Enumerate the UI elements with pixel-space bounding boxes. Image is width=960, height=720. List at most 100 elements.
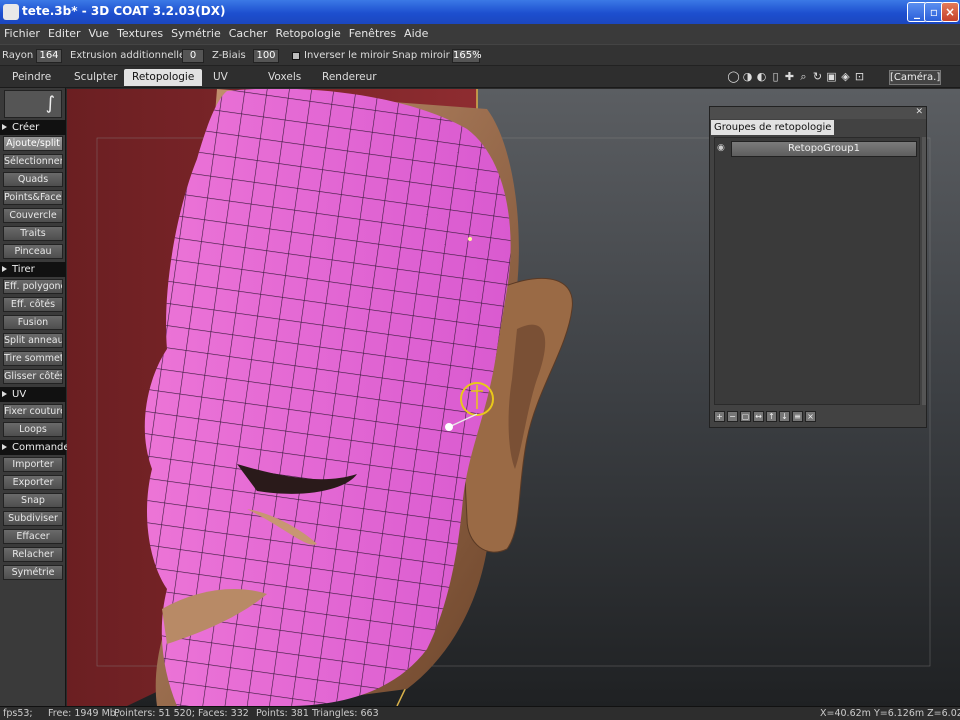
triangles-count: Triangles: 663 bbox=[312, 708, 379, 719]
tab-uv[interactable]: UV bbox=[205, 69, 236, 86]
lighting-icon[interactable]: ◐ bbox=[755, 70, 768, 84]
frame-icon[interactable]: ▣ bbox=[825, 70, 838, 84]
expand-arrow-icon bbox=[2, 124, 7, 130]
pan-icon[interactable]: ✚ bbox=[783, 70, 796, 84]
panel-tab[interactable]: Groupes de retopologie bbox=[711, 120, 835, 135]
move-up-icon[interactable]: ↑ bbox=[766, 411, 777, 422]
settings-icon[interactable]: ≡ bbox=[792, 411, 803, 422]
panel-scrollbar[interactable] bbox=[922, 137, 926, 405]
zoom-icon[interactable]: ⌕ bbox=[797, 70, 810, 84]
group-list: ◉ RetopoGroup1 bbox=[714, 137, 920, 405]
tool-split-anneaux[interactable]: Split anneaux bbox=[3, 333, 63, 348]
menu-fichier[interactable]: Fichier bbox=[0, 24, 44, 44]
duplicate-icon[interactable]: ▢ bbox=[740, 411, 751, 422]
tab-voxels[interactable]: Voxels bbox=[260, 69, 309, 86]
menu-symetrie[interactable]: Symétrie bbox=[167, 24, 225, 44]
section-tirer[interactable]: Tirer bbox=[0, 262, 66, 277]
mirror-checkbox[interactable] bbox=[292, 52, 300, 60]
close-button[interactable]: × bbox=[941, 2, 959, 22]
close-icon: × bbox=[944, 5, 956, 19]
radius-label: Rayon bbox=[2, 50, 34, 61]
mirror-label: Inverser le miroir bbox=[304, 50, 390, 61]
tool-glisser-cotes[interactable]: Glisser côtés bbox=[3, 369, 63, 384]
shading-icon[interactable]: ◑ bbox=[741, 70, 754, 84]
group-item[interactable]: RetopoGroup1 bbox=[731, 141, 917, 157]
tool-eff-polygone[interactable]: Eff. polygone bbox=[3, 279, 63, 294]
clear-icon[interactable]: × bbox=[805, 411, 816, 422]
tool-selectionner[interactable]: Sélectionner bbox=[3, 154, 63, 169]
tool-fusion[interactable]: Fusion bbox=[3, 315, 63, 330]
cmd-subdiviser[interactable]: Subdiviser bbox=[3, 511, 63, 526]
cmd-relacher[interactable]: Relacher bbox=[3, 547, 63, 562]
menu-textures[interactable]: Textures bbox=[113, 24, 167, 44]
extrusion-label: Extrusion additionnelle bbox=[70, 50, 186, 61]
tool-loops[interactable]: Loops bbox=[3, 422, 63, 437]
fps-readout: fps53; bbox=[3, 708, 33, 719]
cmd-exporter[interactable]: Exporter bbox=[3, 475, 63, 490]
eye-icon[interactable]: ◉ bbox=[717, 143, 727, 153]
tab-sculpter[interactable]: Sculpter bbox=[66, 69, 126, 86]
zbias-label: Z-Biais bbox=[212, 50, 246, 61]
cmd-symetrie[interactable]: Symétrie bbox=[3, 565, 63, 580]
cmd-effacer[interactable]: Effacer bbox=[3, 529, 63, 544]
faces-count: Faces: 332 bbox=[198, 708, 249, 719]
tool-points-faces[interactable]: Points&Faces bbox=[3, 190, 63, 205]
menu-aide[interactable]: Aide bbox=[400, 24, 432, 44]
free-memory: Free: 1949 Mb, bbox=[48, 708, 119, 719]
menu-editer[interactable]: Editer bbox=[44, 24, 85, 44]
move-down-icon[interactable]: ↓ bbox=[779, 411, 790, 422]
menu-fenetres[interactable]: Fenêtres bbox=[345, 24, 400, 44]
tool-couvercle[interactable]: Couvercle bbox=[3, 208, 63, 223]
tool-quads[interactable]: Quads bbox=[3, 172, 63, 187]
add-group-icon[interactable]: + bbox=[714, 411, 725, 422]
rotate-icon[interactable]: ↻ bbox=[811, 70, 824, 84]
menu-vue[interactable]: Vue bbox=[85, 24, 114, 44]
status-bar: fps53; Free: 1949 Mb, Pointers: 51 520; … bbox=[0, 706, 960, 720]
menu-bar: Fichier Editer Vue Textures Symétrie Cac… bbox=[0, 24, 960, 44]
render-mode-icon[interactable]: ◯ bbox=[727, 70, 740, 84]
expand-arrow-icon bbox=[2, 266, 7, 272]
app-icon bbox=[3, 4, 19, 20]
grid-icon[interactable]: ▯ bbox=[769, 70, 782, 84]
brush-preview[interactable]: ∫ bbox=[4, 90, 62, 118]
tab-peindre[interactable]: Peindre bbox=[4, 69, 59, 86]
cmd-snap[interactable]: Snap bbox=[3, 493, 63, 508]
tool-fixer-couture[interactable]: Fixer couture bbox=[3, 404, 63, 419]
pointers-count: Pointers: 51 520; bbox=[114, 708, 195, 719]
panel-toolbar: + − ▢ ↔ ↑ ↓ ≡ × bbox=[714, 409, 818, 423]
radius-field[interactable]: 164 bbox=[36, 49, 62, 63]
window-title: tete.3b* - 3D COAT 3.2.03(DX) bbox=[22, 4, 226, 18]
delete-group-icon[interactable]: − bbox=[727, 411, 738, 422]
retopo-groups-panel: ✕ Groupes de retopologie ◉ RetopoGroup1 … bbox=[709, 106, 927, 428]
merge-icon[interactable]: ↔ bbox=[753, 411, 764, 422]
section-creer[interactable]: Créer bbox=[0, 120, 66, 135]
section-commandes[interactable]: Commandes bbox=[0, 440, 75, 455]
cursor-coordinates: X=40.62m Y=6.126m Z=6.026m bbox=[820, 708, 960, 719]
shield-icon[interactable]: ◈ bbox=[839, 70, 852, 84]
tool-pinceau[interactable]: Pinceau bbox=[3, 244, 63, 259]
title-bar: tete.3b* - 3D COAT 3.2.03(DX) _ ▫ × bbox=[0, 0, 960, 24]
maximize-icon: ▫ bbox=[929, 5, 939, 19]
lock-icon[interactable]: ⊡ bbox=[853, 70, 866, 84]
tool-options-bar: Rayon 164 Extrusion additionnelle 0 Z-Bi… bbox=[0, 44, 960, 66]
close-icon[interactable]: ✕ bbox=[915, 107, 923, 117]
panel-header[interactable]: ✕ bbox=[710, 107, 926, 119]
tab-retopologie[interactable]: Retopologie bbox=[124, 69, 203, 86]
tab-rendereur[interactable]: Rendereur bbox=[314, 69, 385, 86]
tool-traits[interactable]: Traits bbox=[3, 226, 63, 241]
expand-arrow-icon bbox=[2, 444, 7, 450]
cmd-importer[interactable]: Importer bbox=[3, 457, 63, 472]
zbias-field[interactable]: 100 bbox=[253, 49, 279, 63]
snap-field[interactable]: 165% bbox=[452, 49, 482, 63]
tool-ajoute-split[interactable]: Ajoute/split bbox=[3, 136, 63, 151]
extrusion-field[interactable]: 0 bbox=[182, 49, 204, 63]
minimize-icon: _ bbox=[914, 5, 920, 19]
menu-retopologie[interactable]: Retopologie bbox=[271, 24, 344, 44]
tool-eff-cotes[interactable]: Eff. côtés bbox=[3, 297, 63, 312]
camera-button[interactable]: [Caméra.] bbox=[889, 70, 941, 85]
points-count: Points: 381 bbox=[256, 708, 309, 719]
navigation-tools: ◯ ◑ ◐ ▯ ✚ ⌕ ↻ ▣ ◈ ⊡ bbox=[727, 70, 867, 86]
section-uv[interactable]: UV bbox=[0, 387, 66, 402]
tool-tire-sommets[interactable]: Tire sommets bbox=[3, 351, 63, 366]
menu-cacher[interactable]: Cacher bbox=[225, 24, 272, 44]
